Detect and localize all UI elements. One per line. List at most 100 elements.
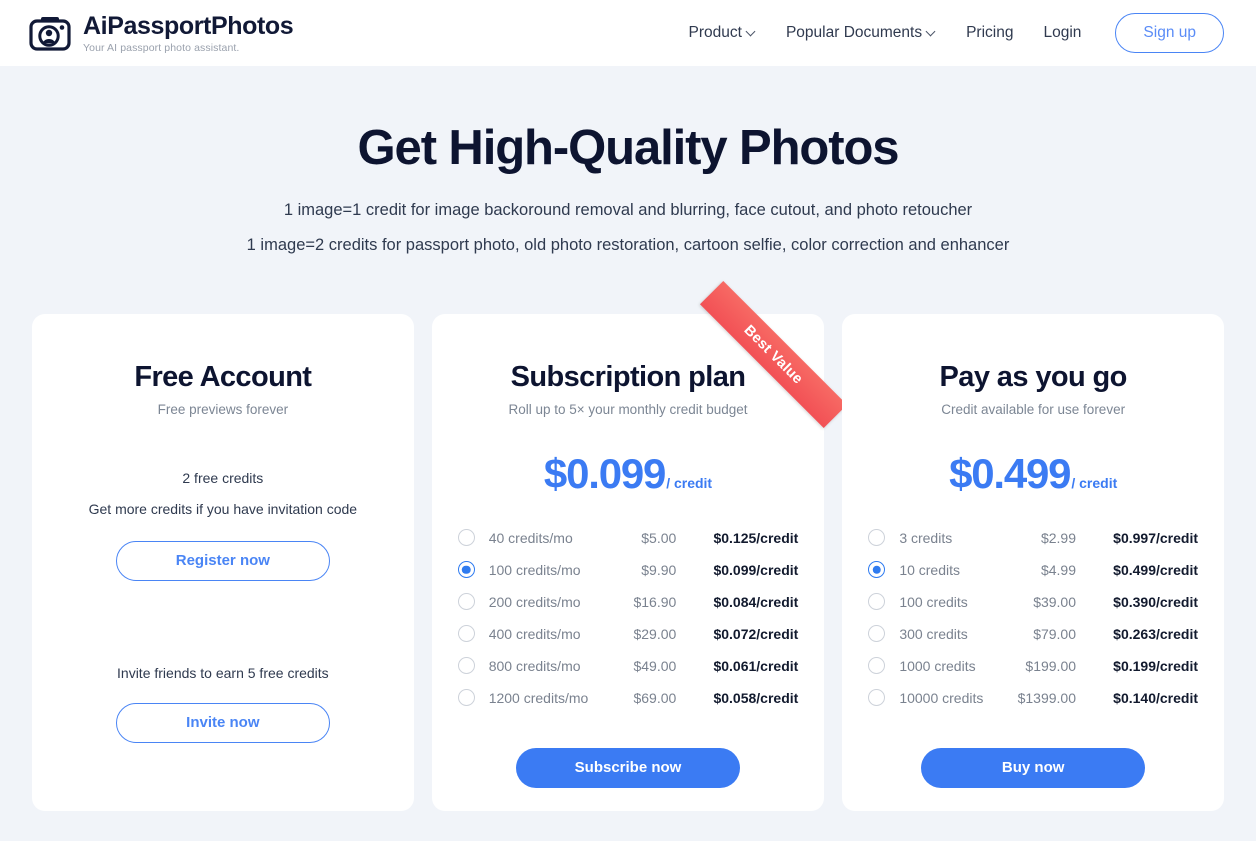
nav-item-product[interactable]: Product: [689, 24, 756, 42]
subscription-option-row[interactable]: 100 credits/mo $9.90 $0.099/credit: [457, 554, 798, 586]
payg-option-unit-price: $0.997/credit: [1113, 529, 1199, 546]
payg-option-label: 300 credits: [899, 625, 968, 642]
chevron-down-icon: [927, 27, 936, 36]
ribbon-tail-left: [716, 302, 730, 316]
nav-item-product-label: Product: [688, 24, 742, 41]
payg-option-label: 100 credits: [899, 593, 968, 610]
radio-checked-icon[interactable]: [457, 561, 475, 579]
subscription-option-label: 400 credits/mo: [488, 625, 581, 642]
radio-unchecked-icon[interactable]: [457, 689, 475, 707]
subscription-option-price: $49.00: [633, 657, 677, 674]
payg-options-list: 3 credits $2.99 $0.997/credit 10 credits $4.…: [862, 522, 1204, 714]
subscription-option-label: 40 credits/mo: [488, 529, 573, 546]
buy-now-button[interactable]: Buy now: [921, 747, 1146, 788]
radio-unchecked-icon[interactable]: [868, 529, 886, 547]
payg-option-price: $79.00: [1033, 625, 1077, 642]
subscription-option-row[interactable]: 200 credits/mo $16.90 $0.084/credit: [457, 586, 799, 618]
hero-subtitle-line-2: 1 image=2 credits for passport photo, ol…: [246, 235, 1010, 254]
radio-unchecked-icon[interactable]: [868, 657, 886, 675]
payg-option-unit-price: $0.499/credit: [1113, 561, 1199, 578]
subscription-option-price: $9.90: [641, 561, 677, 578]
payg-option-row[interactable]: 1000 credits $199.00 $0.199/credit: [868, 650, 1198, 682]
subscription-option-price: $5.00: [641, 529, 677, 546]
payg-option-price: $4.99: [1040, 561, 1077, 578]
price-amount: $0.499: [949, 449, 1071, 497]
brand-name: AiPassportPhotos: [83, 11, 294, 40]
subscription-option-price: $29.00: [633, 625, 677, 642]
radio-unchecked-icon[interactable]: [868, 689, 886, 707]
subscription-option-label: 1200 credits/mo: [488, 689, 589, 706]
payg-option-row[interactable]: 10000 credits $1399.00 $0.140/credit: [868, 682, 1198, 714]
ribbon-tail-right: [817, 408, 831, 422]
pricing-card-pay-as-you-go: Pay as you go Credit available for use f…: [842, 314, 1225, 812]
radio-unchecked-icon[interactable]: [457, 529, 475, 547]
payg-option-row[interactable]: 10 credits $4.99 $0.499/credit: [868, 554, 1198, 586]
subscription-option-unit-price: $0.084/credit: [713, 593, 799, 610]
subscription-option-label: 100 credits/mo: [488, 561, 581, 578]
page-title: Get High-Quality Photos: [357, 121, 900, 175]
subscription-option-price: $16.90: [633, 593, 677, 610]
payg-option-label: 1000 credits: [899, 657, 976, 674]
payg-option-price: $2.99: [1040, 529, 1077, 546]
nav-item-popular-documents[interactable]: Popular Documents: [786, 24, 936, 42]
payg-option-label: 10000 credits: [899, 689, 984, 706]
subscription-option-unit-price: $0.072/credit: [713, 625, 799, 642]
price-unit: / credit: [1071, 474, 1118, 491]
site-header: AiPassportPhotos Your AI passport photo …: [0, 0, 1256, 66]
subscription-options-list: 40 credits/mo $5.00 $0.125/credit 100 credi…: [452, 522, 805, 714]
subscribe-now-button[interactable]: Subscribe now: [516, 747, 740, 788]
payg-option-unit-price: $0.263/credit: [1113, 625, 1199, 642]
subscription-option-row[interactable]: 40 credits/mo $5.00 $0.125/credit: [457, 522, 799, 554]
payg-option-price: $1399.00: [1017, 689, 1077, 706]
payg-option-row[interactable]: 100 credits $39.00 $0.390/credit: [868, 586, 1198, 618]
radio-unchecked-icon[interactable]: [457, 657, 475, 675]
radio-unchecked-icon[interactable]: [868, 593, 886, 611]
payg-option-row[interactable]: 3 credits $2.99 $0.997/credit: [868, 522, 1198, 554]
pricing-card-free-account: Free Account Free previews forever 2 fre…: [32, 314, 414, 812]
nav-item-pricing[interactable]: Pricing: [966, 24, 1013, 42]
radio-unchecked-icon[interactable]: [457, 593, 475, 611]
subscription-option-row[interactable]: 1200 credits/mo $69.00 $0.058/credit: [457, 682, 799, 714]
price-amount: $0.099: [543, 449, 666, 497]
camera-portrait-icon: [29, 17, 71, 51]
card-subtitle: Free previews forever: [157, 401, 289, 417]
invite-friends-line: Invite friends to earn 5 free credits: [117, 664, 329, 681]
invite-now-button[interactable]: Invite now: [115, 702, 330, 743]
payg-option-label: 3 credits: [899, 529, 953, 546]
payg-option-unit-price: $0.199/credit: [1113, 657, 1199, 674]
sign-up-button[interactable]: Sign up: [1115, 13, 1224, 53]
payg-option-label: 10 credits: [899, 561, 961, 578]
chevron-down-icon: [747, 27, 756, 36]
card-subtitle: Roll up to 5× your monthly credit budget: [508, 401, 748, 417]
radio-checked-icon[interactable]: [868, 561, 886, 579]
card-title: Subscription plan: [510, 361, 746, 394]
payg-option-unit-price: $0.390/credit: [1113, 593, 1199, 610]
payg-option-row[interactable]: 300 credits $79.00 $0.263/credit: [868, 618, 1198, 650]
pricing-card-subscription-plan: Best Value Subscription plan Roll up to …: [431, 281, 848, 812]
brand-logo[interactable]: AiPassportPhotos Your AI passport photo …: [28, 11, 294, 54]
card-title: Free Account: [134, 361, 312, 394]
card-title: Pay as you go: [939, 361, 1128, 394]
subscription-option-unit-price: $0.125/credit: [713, 529, 799, 546]
nav-item-popular-documents-label: Popular Documents: [785, 24, 923, 41]
brand-tagline: Your AI passport photo assistant.: [83, 41, 240, 54]
price-unit: / credit: [666, 474, 713, 491]
hero-section: Get High-Quality Photos 1 image=1 credit…: [0, 66, 1256, 255]
nav-item-login[interactable]: Login: [1043, 24, 1081, 42]
radio-unchecked-icon[interactable]: [868, 625, 886, 643]
register-now-button[interactable]: Register now: [115, 540, 330, 581]
card-subtitle: Credit available for use forever: [941, 401, 1126, 417]
price-display: $0.099/ credit: [452, 450, 805, 498]
subscription-option-unit-price: $0.058/credit: [713, 689, 799, 706]
radio-unchecked-icon[interactable]: [457, 625, 475, 643]
subscription-option-label: 800 credits/mo: [488, 657, 581, 674]
subscription-option-label: 200 credits/mo: [488, 593, 581, 610]
hero-subtitle-line-1: 1 image=1 credit for image backoround re…: [283, 200, 973, 219]
main-nav: Product Popular Documents Pricing Login …: [689, 13, 1224, 53]
payg-option-unit-price: $0.140/credit: [1113, 689, 1199, 706]
payg-option-price: $39.00: [1033, 593, 1077, 610]
pricing-cards: Free Account Free previews forever 2 fre…: [0, 281, 1256, 812]
subscription-option-row[interactable]: 800 credits/mo $49.00 $0.061/credit: [457, 650, 798, 682]
subscription-option-row[interactable]: 400 credits/mo $29.00 $0.072/credit: [457, 618, 799, 650]
price-display: $0.499/ credit: [862, 450, 1204, 498]
